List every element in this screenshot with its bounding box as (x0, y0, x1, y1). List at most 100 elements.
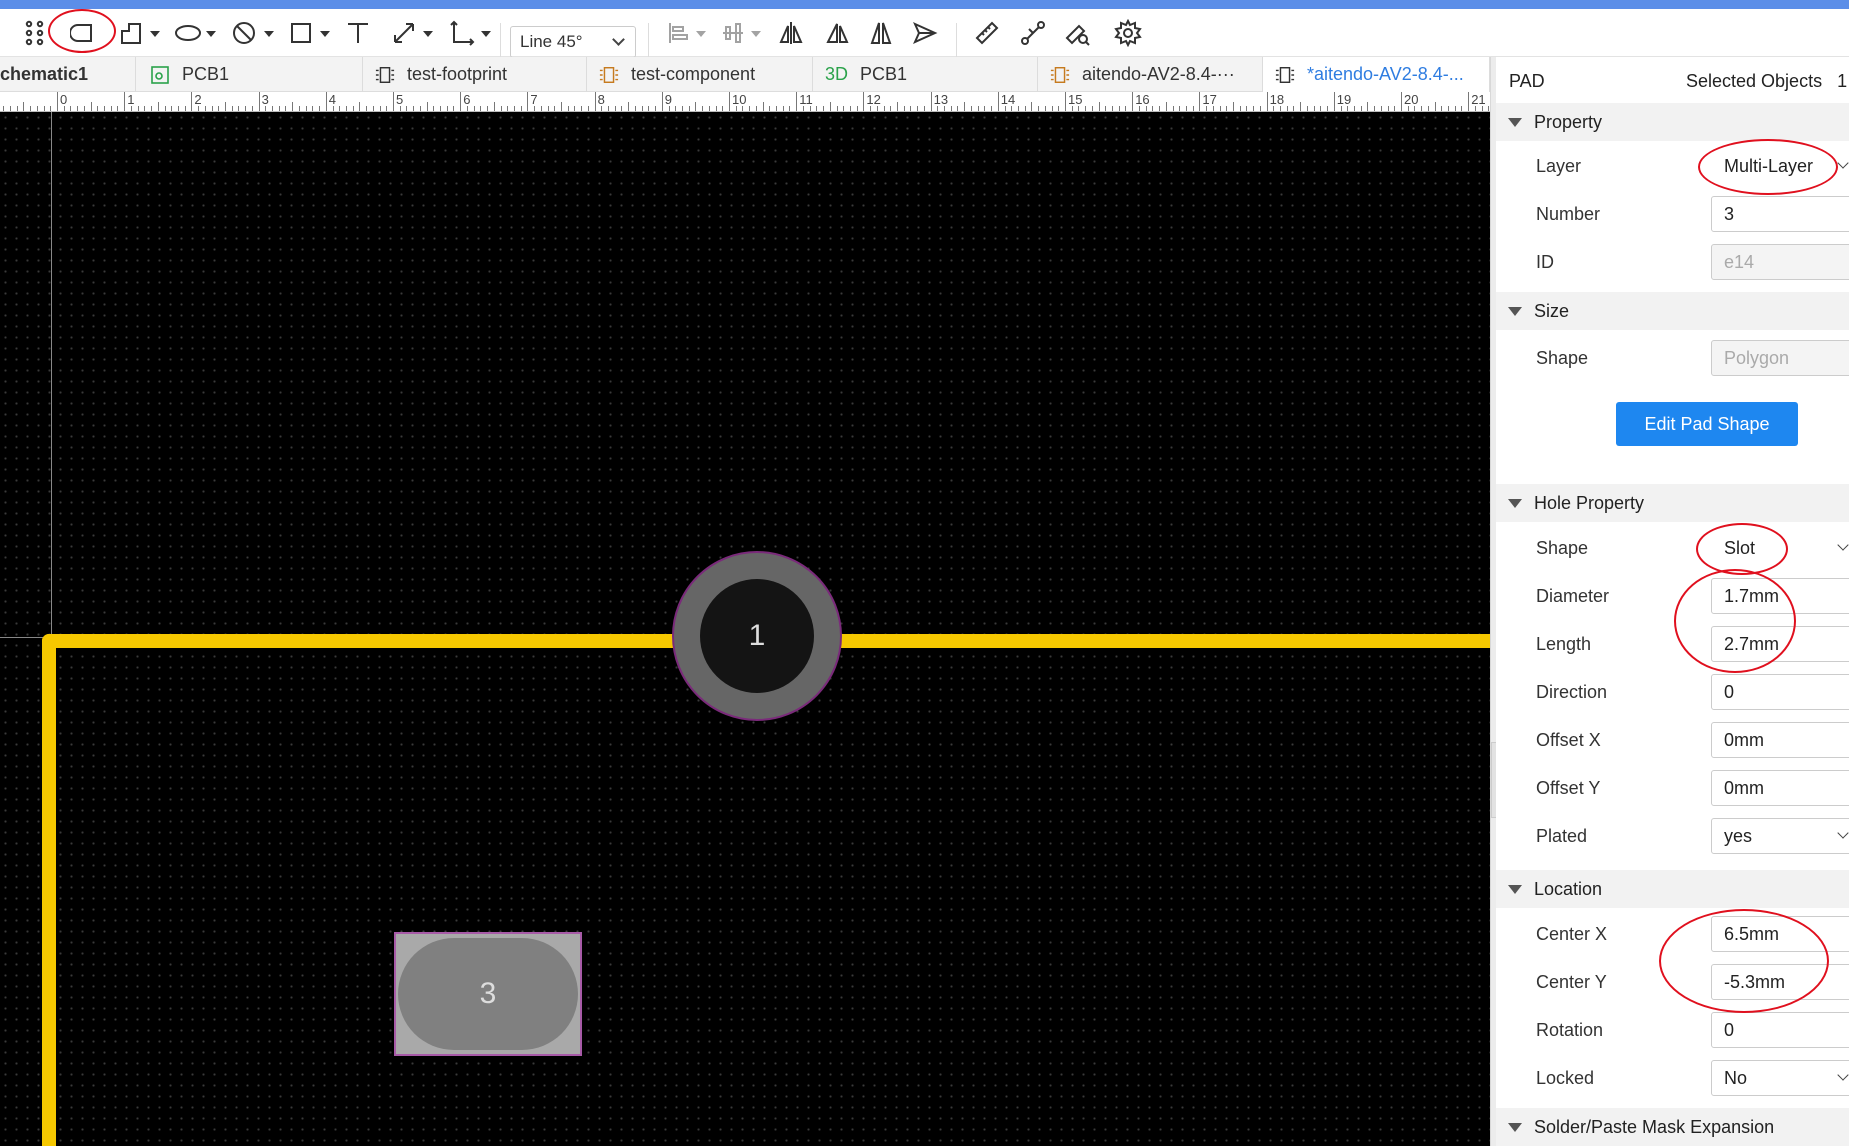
ruler-minor-tick (352, 106, 354, 111)
ruler-label: 2 (194, 92, 202, 107)
ruler-label: 21 (1471, 92, 1486, 107)
collapse-triangle-icon (1508, 884, 1522, 894)
ruler-minor-tick (668, 106, 670, 111)
ruler-minor-tick (164, 106, 166, 111)
text-icon[interactable] (342, 16, 374, 50)
ruler-minor-tick (1233, 102, 1234, 111)
rectangle-icon[interactable] (286, 16, 316, 50)
ruler-icon[interactable] (972, 16, 1002, 50)
chevron-down-icon (1837, 157, 1849, 169)
send-icon[interactable] (910, 16, 940, 50)
pad-rounded-rect-icon[interactable] (66, 16, 98, 50)
tab-aitendo-footprint[interactable]: *aitendo-AV2-8.4-... (1263, 57, 1490, 92)
collapse-triangle-icon (1508, 1122, 1522, 1132)
rotation-input[interactable]: 0 (1711, 1012, 1849, 1048)
flip-vertical-icon[interactable] (822, 16, 852, 50)
dimension-icon[interactable] (388, 16, 420, 50)
mirror-icon[interactable] (866, 16, 896, 50)
ellipse-icon[interactable] (171, 16, 205, 50)
ruler-major-tick (1199, 92, 1201, 111)
section-property[interactable]: Property (1496, 103, 1849, 141)
tab-footprint[interactable]: test-footprint (363, 57, 587, 92)
flip-horizontal-icon[interactable] (776, 16, 806, 50)
ruler-minor-tick (1461, 106, 1463, 111)
ruler-minor-tick (1105, 106, 1107, 111)
ruler-minor-tick (245, 106, 247, 111)
check-icon[interactable] (1062, 16, 1092, 50)
ruler-minor-tick (554, 106, 556, 111)
angle-dimension-icon[interactable] (446, 16, 478, 50)
field-label: Rotation (1536, 1020, 1604, 1040)
angle-dropdown-icon[interactable] (481, 31, 491, 37)
ruler-minor-tick (702, 106, 704, 111)
row-plated: Plated yes (1496, 815, 1849, 859)
ruler-minor-tick (581, 106, 583, 111)
field-label: Shape (1536, 348, 1589, 368)
plated-select[interactable]: yes (1711, 818, 1849, 854)
offset-y-input[interactable]: 0mm (1711, 770, 1849, 806)
ruler-minor-tick (1387, 106, 1389, 111)
layer-select[interactable]: Multi-Layer (1711, 148, 1849, 184)
ruler-minor-tick (561, 102, 562, 111)
ruler-label: 6 (463, 92, 471, 107)
settings-icon[interactable] (1112, 16, 1144, 50)
ruler-label: 13 (933, 92, 949, 107)
grip-icon[interactable] (22, 16, 48, 50)
distribute-icon[interactable] (718, 16, 748, 50)
ruler-minor-tick (1394, 106, 1396, 111)
center-y-input[interactable]: -5.3mm (1711, 964, 1849, 1000)
tab-schematic[interactable]: chematic1 (0, 57, 136, 92)
locked-select[interactable]: No (1711, 1060, 1849, 1096)
ruler-minor-tick (70, 106, 72, 111)
tab-pcb[interactable]: PCB1 (136, 57, 363, 92)
ellipse-dropdown-icon[interactable] (206, 31, 216, 37)
section-location[interactable]: Location (1496, 870, 1849, 908)
ruler-minor-tick (466, 106, 468, 111)
diameter-input[interactable]: 1.7mm (1711, 578, 1849, 614)
tab-3d-pcb[interactable]: 3D PCB1 (813, 57, 1038, 92)
ruler-minor-tick (30, 106, 32, 111)
circle-slash-icon[interactable] (228, 16, 260, 50)
length-input[interactable]: 2.7mm (1711, 626, 1849, 662)
polyline-icon[interactable] (116, 16, 146, 50)
align-dropdown-icon[interactable] (696, 31, 706, 37)
pcb-canvas[interactable]: 1 3 (0, 112, 1490, 1146)
pad-1[interactable]: 1 (672, 551, 842, 721)
row-number: Number 3 (1496, 193, 1849, 237)
pad-3[interactable]: 3 (394, 932, 582, 1056)
ruler-minor-tick (204, 106, 206, 111)
hole-shape-select[interactable]: Slot (1711, 530, 1849, 566)
direction-input[interactable]: 0 (1711, 674, 1849, 710)
section-solder-paste-mask[interactable]: Solder/Paste Mask Expansion (1496, 1108, 1849, 1146)
section-size[interactable]: Size (1496, 292, 1849, 330)
offset-x-input[interactable]: 0mm (1711, 722, 1849, 758)
ruler-minor-tick (251, 106, 253, 111)
ruler-major-tick (661, 92, 663, 111)
circle-dropdown-icon[interactable] (264, 31, 274, 37)
ruler-minor-tick (198, 106, 200, 111)
row-length: Length 2.7mm (1496, 623, 1849, 667)
align-icon[interactable] (664, 16, 694, 50)
ruler-minor-tick (970, 106, 972, 111)
field-label: Center X (1536, 924, 1608, 944)
ruler-minor-tick (379, 106, 381, 111)
rectangle-dropdown-icon[interactable] (320, 31, 330, 37)
distribute-dropdown-icon[interactable] (751, 31, 761, 37)
ruler-minor-tick (97, 106, 99, 111)
section-hole-property[interactable]: Hole Property (1496, 484, 1849, 522)
row-id: ID e14 (1496, 241, 1849, 285)
ruler-major-tick (1266, 92, 1268, 111)
number-input[interactable]: 3 (1711, 196, 1849, 232)
dimension-dropdown-icon[interactable] (423, 31, 433, 37)
connect-icon[interactable] (1018, 16, 1048, 50)
tab-aitendo-component[interactable]: aitendo-AV2-8.4-··· (1038, 57, 1263, 92)
polyline-dropdown-icon[interactable] (150, 31, 160, 37)
center-x-input[interactable]: 6.5mm (1711, 916, 1849, 952)
tab-component[interactable]: test-component (587, 57, 813, 92)
edit-pad-shape-button[interactable]: Edit Pad Shape (1616, 402, 1798, 446)
line-mode-select[interactable]: Line 45° (510, 26, 636, 58)
ruler-minor-tick (715, 106, 717, 111)
ruler-minor-tick (614, 106, 616, 111)
ruler-major-tick (1333, 92, 1335, 111)
ruler-minor-tick (883, 106, 885, 111)
